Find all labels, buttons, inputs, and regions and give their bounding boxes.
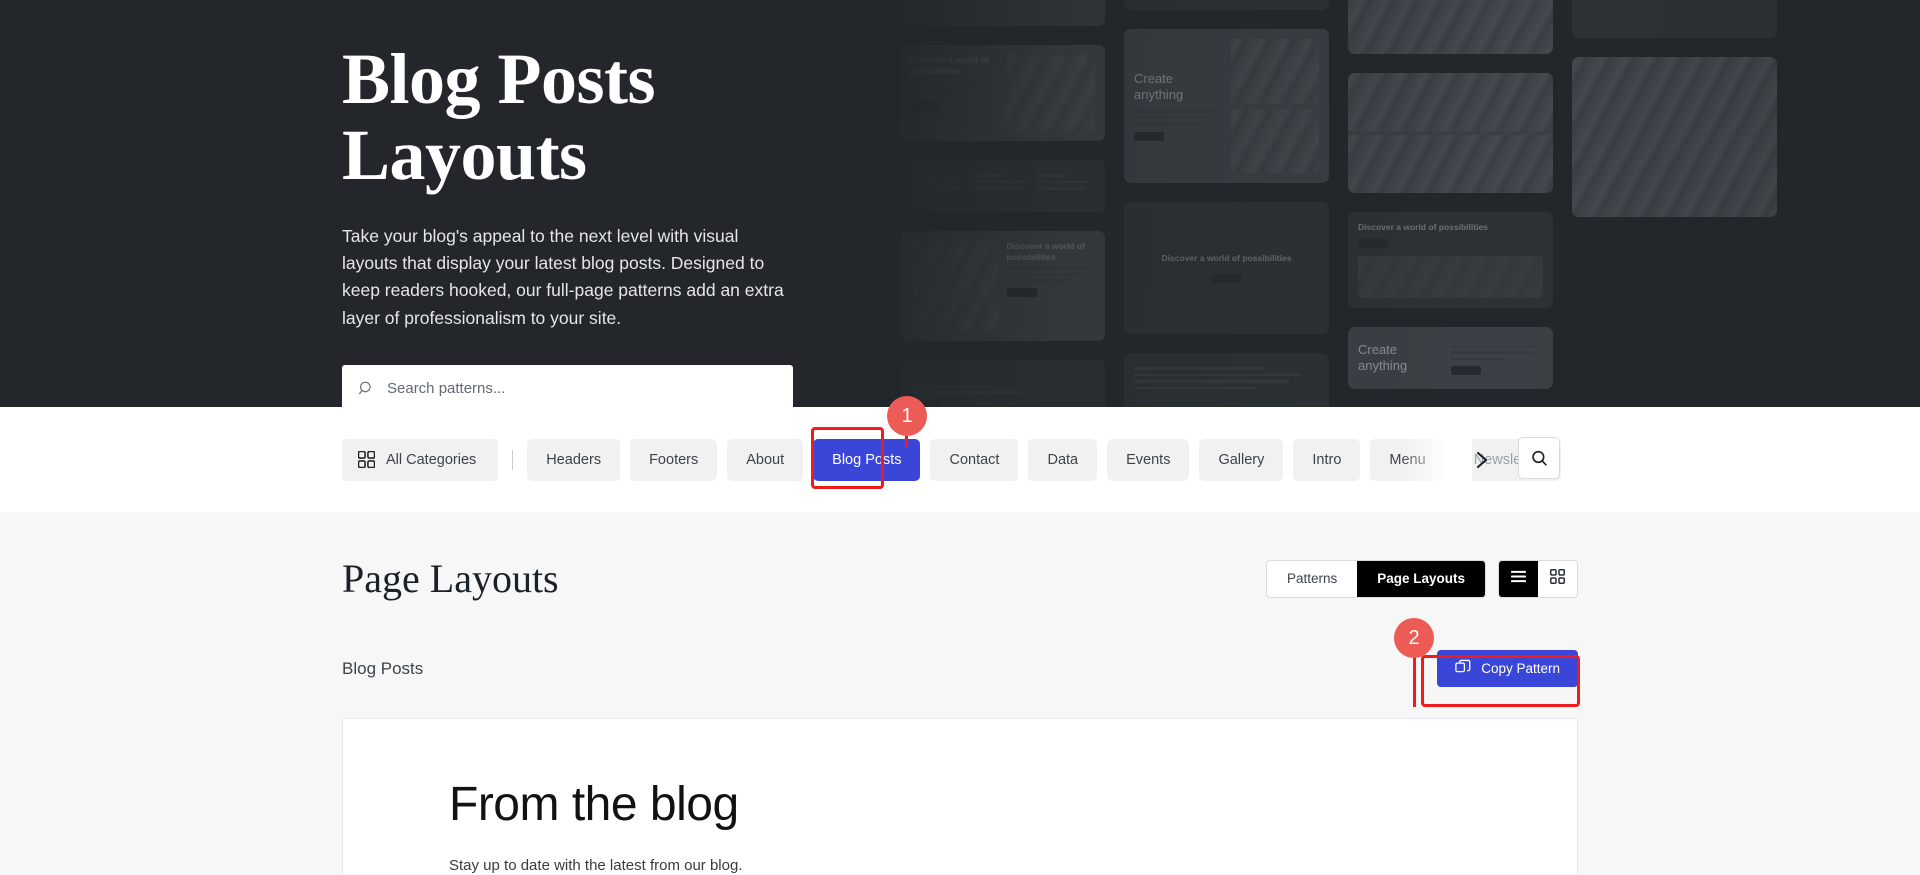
- tab-page-layouts[interactable]: Page Layouts: [1357, 560, 1485, 597]
- category-chip-headers[interactable]: Headers: [527, 438, 621, 481]
- mosaic-card: Create anything: [1124, 29, 1329, 183]
- mosaic-card-heading: Discover a world of possibilities: [910, 55, 989, 76]
- mosaic-card-heading: Discover a world of possibilities: [1006, 241, 1085, 262]
- list-view-icon: [1510, 569, 1527, 589]
- mosaic-card: [900, 0, 1105, 26]
- pattern-section-label: Blog Posts: [342, 658, 424, 678]
- category-chip-label: About: [746, 451, 785, 468]
- tab-patterns[interactable]: Patterns: [1267, 561, 1357, 597]
- search-icon: [358, 380, 375, 397]
- mosaic-card: Discover a world of possibilities: [900, 231, 1105, 341]
- hero-content: Blog Posts Layouts Take your blog's appe…: [342, 0, 902, 407]
- category-chip-gallery[interactable]: Gallery: [1199, 438, 1284, 481]
- preview-subtitle: Stay up to date with the latest from our…: [449, 857, 743, 874]
- mosaic-card: [900, 160, 1105, 212]
- grid-icon: [358, 451, 375, 468]
- page-title: Blog Posts Layouts: [342, 39, 656, 195]
- search-icon: [1531, 450, 1547, 466]
- annotation-badge-1: 1: [887, 396, 927, 436]
- category-chip-label: Intro: [1312, 451, 1342, 468]
- annotation-badge-number: 1: [901, 404, 913, 427]
- copy-pattern-label: Copy Pattern: [1481, 661, 1560, 676]
- main-content: Page Layouts Patterns Page Layouts Blog …: [0, 512, 1920, 875]
- mosaic-card-heading: Create anything: [1358, 342, 1408, 373]
- app-page: Discover a world of possibilities Discov…: [0, 0, 1920, 875]
- hero-thumbnail-mosaic: Discover a world of possibilities Discov…: [900, 0, 1920, 407]
- grid-view-button[interactable]: [1538, 561, 1577, 597]
- search-input[interactable]: [387, 380, 777, 398]
- list-view-button[interactable]: [1499, 560, 1538, 597]
- category-chip-label: Contact: [949, 451, 1000, 468]
- category-chip-menu[interactable]: Menu: [1370, 438, 1445, 481]
- mosaic-card-heading: Discover a world of possibilities: [1161, 253, 1292, 264]
- category-search-button[interactable]: [1518, 437, 1560, 479]
- annotation-badge-number: 2: [1408, 626, 1420, 649]
- divider: [512, 449, 514, 470]
- mosaic-card: Discover a world of possibilities: [1124, 202, 1329, 334]
- copy-pattern-button[interactable]: Copy Pattern: [1437, 650, 1578, 687]
- category-chip-label: Events: [1126, 451, 1171, 468]
- category-chip-row: Headers Footers About Blog Posts Contact…: [527, 438, 1562, 481]
- hero-section: Discover a world of possibilities Discov…: [0, 0, 1920, 407]
- category-chip-events[interactable]: Events: [1107, 438, 1190, 481]
- copy-icon: [1455, 659, 1471, 678]
- category-chip-label: Footers: [649, 451, 699, 468]
- category-chip-contact[interactable]: Contact: [930, 438, 1019, 481]
- mosaic-card: [1124, 353, 1329, 407]
- tab-label: Patterns: [1286, 571, 1338, 586]
- mosaic-card: Discover a world of possibilities: [1348, 212, 1553, 308]
- annotation-stem-2: [1413, 655, 1416, 707]
- pattern-preview-card[interactable]: From the blog Stay up to date with the l…: [342, 718, 1578, 875]
- category-chip-label: Headers: [546, 451, 602, 468]
- mosaic-card: [1348, 0, 1553, 54]
- hero-search-box[interactable]: [342, 364, 793, 407]
- grid-view-icon: [1550, 568, 1566, 589]
- category-chip-label: Data: [1047, 451, 1079, 468]
- all-categories-label: All Categories: [386, 451, 477, 468]
- category-chip-about[interactable]: About: [727, 438, 804, 481]
- mosaic-card-heading: Create anything: [1134, 71, 1184, 102]
- category-chip-footers[interactable]: Footers: [630, 438, 718, 481]
- mosaic-card: [1572, 0, 1777, 38]
- tab-label: Page Layouts: [1377, 571, 1465, 586]
- mosaic-card: Create anything: [1348, 327, 1553, 389]
- mosaic-card: [1572, 57, 1777, 217]
- hero-description: Take your blog's appeal to the next leve…: [342, 226, 784, 328]
- pattern-section-row: Blog Posts Copy Pattern: [0, 650, 1920, 687]
- mosaic-column: Discover a world of possibilities Discov…: [900, 0, 1105, 407]
- annotation-badge-2: 2: [1394, 618, 1434, 658]
- category-chip-data[interactable]: Data: [1028, 438, 1098, 481]
- category-chip-label: Gallery: [1218, 451, 1265, 468]
- mosaic-card: [900, 360, 1105, 407]
- main-header: Page Layouts Patterns Page Layouts: [0, 555, 1920, 602]
- mosaic-column: Create anything Discover a world of poss…: [1124, 0, 1329, 407]
- main-header-controls: Patterns Page Layouts: [1265, 559, 1578, 598]
- section-title: Page Layouts: [342, 556, 559, 601]
- layout-view-toggle: [1498, 559, 1578, 598]
- all-categories-button[interactable]: All Categories: [342, 438, 499, 481]
- mosaic-card: [1348, 73, 1553, 193]
- mosaic-column: Discover a world of possibilities Create…: [1348, 0, 1553, 407]
- category-nav: All Categories Headers Footers About Blo…: [0, 407, 1920, 512]
- mosaic-column: [1572, 0, 1777, 407]
- view-mode-segmented-control: Patterns Page Layouts: [1265, 559, 1486, 598]
- mosaic-card-heading: Discover a world of possibilities: [1358, 222, 1488, 232]
- mosaic-card: Discover a world of possibilities: [900, 45, 1105, 141]
- category-chip-intro[interactable]: Intro: [1293, 438, 1361, 481]
- category-chip-label: Menu: [1389, 451, 1426, 468]
- chevron-right-icon[interactable]: [1472, 450, 1492, 470]
- preview-title: From the blog: [449, 778, 739, 831]
- mosaic-card: [1124, 0, 1329, 10]
- category-chip-label: Blog Posts: [832, 451, 902, 468]
